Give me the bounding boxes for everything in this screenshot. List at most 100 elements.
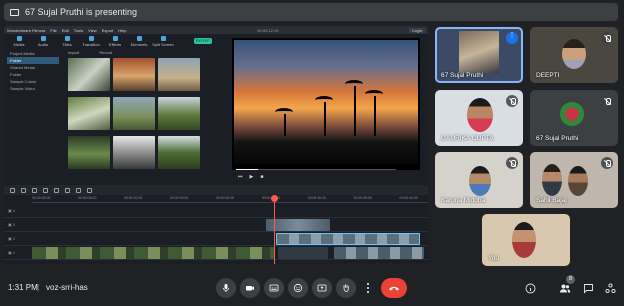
timeline-playhead (271, 195, 278, 264)
media-thumbnail (68, 136, 110, 172)
participant-video (469, 166, 491, 196)
participant-tile[interactable]: Karuna Middha (435, 152, 523, 208)
media-thumbnail (113, 136, 155, 172)
timeline-track: ▣ 4 (4, 204, 428, 218)
editor-menu-view: View (88, 27, 97, 33)
people-count-badge: 8 (566, 275, 575, 284)
editor-app-title: Wondershare Filmora (7, 27, 46, 33)
activities-button[interactable] (602, 280, 618, 296)
preview-controls: ⏮ ▶ ■ (232, 172, 420, 182)
participant-name: 67 Sujal Pruthi (536, 135, 579, 142)
raise-hand-icon (343, 284, 349, 292)
editor-menu-edit: Edit (61, 27, 69, 33)
participant-name: 67 Sujal Pruthi (441, 72, 484, 79)
chat-button[interactable] (580, 280, 596, 296)
participant-name: You (488, 255, 499, 262)
editor-menu-tools: Tools (73, 27, 84, 33)
shared-video-thumb (459, 31, 499, 73)
editor-tool-elements: Elements (127, 35, 151, 47)
media-thumbnail (158, 58, 200, 94)
editor-tool-titles: Titles (55, 35, 79, 47)
editor-record: Record (99, 50, 113, 55)
profile-avatar (560, 102, 584, 126)
editor-media-panel: Import Record (64, 50, 224, 180)
mic-off-icon (601, 95, 613, 107)
participant-name: Karuna Middha (441, 197, 486, 204)
mic-off-icon (506, 95, 518, 107)
editor-login: Login (409, 27, 425, 33)
present-button[interactable] (312, 278, 332, 298)
emoji-button[interactable] (288, 278, 308, 298)
editor-sidebar-item: Project Media (10, 51, 35, 56)
participant-name: GAURIKA GUPTA (441, 135, 494, 142)
media-thumbnail (113, 97, 155, 133)
prev-frame-icon: ⏮ (238, 174, 243, 180)
media-thumbnail (68, 58, 110, 94)
editor-tool-audio: Audio (31, 35, 55, 47)
editor-import: Import (68, 50, 80, 55)
mic-icon (223, 284, 229, 292)
separator: | (37, 283, 40, 292)
stop-icon: ■ (260, 174, 264, 180)
participant-tile[interactable]: DEEPTI (530, 27, 618, 83)
end-call-button[interactable] (381, 278, 407, 298)
editor-sidebar-item: Folder (7, 57, 59, 64)
end-call-icon (389, 286, 399, 291)
captions-icon (269, 284, 279, 292)
emoji-icon (293, 283, 303, 293)
timeline-track: ▣ 1 (4, 246, 428, 260)
more-options-button[interactable] (360, 278, 376, 298)
editor-timecode: 00:00:12:15 (257, 27, 279, 33)
mic-button[interactable] (216, 278, 236, 298)
editor-sidebar-item: Sample Colors (10, 79, 37, 84)
timeline-clip (278, 247, 328, 259)
self-video (512, 222, 536, 258)
present-icon (317, 284, 327, 292)
activities-icon (604, 282, 616, 293)
participant-tile[interactable]: ⋮ 67 Sujal Pruthi (435, 27, 523, 83)
captions-button[interactable] (264, 278, 284, 298)
timeline-clip (266, 219, 330, 231)
self-view-tile[interactable]: You (482, 214, 570, 266)
editor-menu-file: File (50, 27, 57, 33)
info-icon (525, 283, 535, 293)
timeline-clip (276, 233, 420, 245)
clock: 1:31 PM (8, 283, 38, 292)
bottom-bar: 1:31 PM | voz-srri-has 8 (0, 270, 624, 306)
timeline-track: ▣ 2 (4, 232, 428, 246)
timeline-toolbar (4, 185, 428, 195)
participant-tile[interactable]: GAURIKA GUPTA (435, 90, 523, 146)
editor-menu-export: Export (101, 27, 114, 33)
timeline-track: ▣ 3 (4, 218, 428, 232)
editor-preview (232, 38, 420, 170)
presenting-banner: 67 Sujal Pruthi is presenting (4, 3, 618, 21)
timeline-clip (32, 247, 274, 259)
raise-hand-button[interactable] (336, 278, 356, 298)
media-thumbnail (68, 97, 110, 133)
editor-tool-effects: Effects (103, 35, 127, 47)
editor-sidebar: Project Media Folder Shared Media Folder… (7, 50, 59, 180)
media-thumbnail (158, 97, 200, 133)
preview-progress (236, 169, 396, 170)
participant-tile[interactable]: 67 Sujal Pruthi (530, 90, 618, 146)
timeline-clip (334, 247, 424, 259)
more-options-icon (367, 283, 369, 293)
mic-off-icon (601, 32, 613, 44)
participant-name: Sahil Bajaj (536, 197, 567, 204)
people-icon (560, 284, 571, 292)
editor-menu-help: Help (118, 27, 127, 33)
shared-screen[interactable]: Wondershare Filmora File Edit Tools View… (4, 26, 428, 264)
participant-tile[interactable]: Sahil Bajaj (530, 152, 618, 208)
preview-sunset-image (234, 40, 418, 164)
info-button[interactable] (522, 280, 538, 296)
presenting-text: 67 Sujal Pruthi is presenting (25, 7, 138, 17)
camera-button[interactable] (240, 278, 260, 298)
more-options-icon[interactable]: ⋮ (506, 32, 518, 44)
editor-export-button: EXPORT (194, 38, 212, 44)
editor-tool-media: Media (7, 35, 31, 47)
participant-video (568, 166, 588, 196)
editor-menubar: Wondershare Filmora File Edit Tools View… (4, 26, 428, 34)
editor-sidebar-item: Folder (10, 72, 22, 77)
camera-icon (246, 286, 254, 291)
mic-off-icon (601, 157, 613, 169)
